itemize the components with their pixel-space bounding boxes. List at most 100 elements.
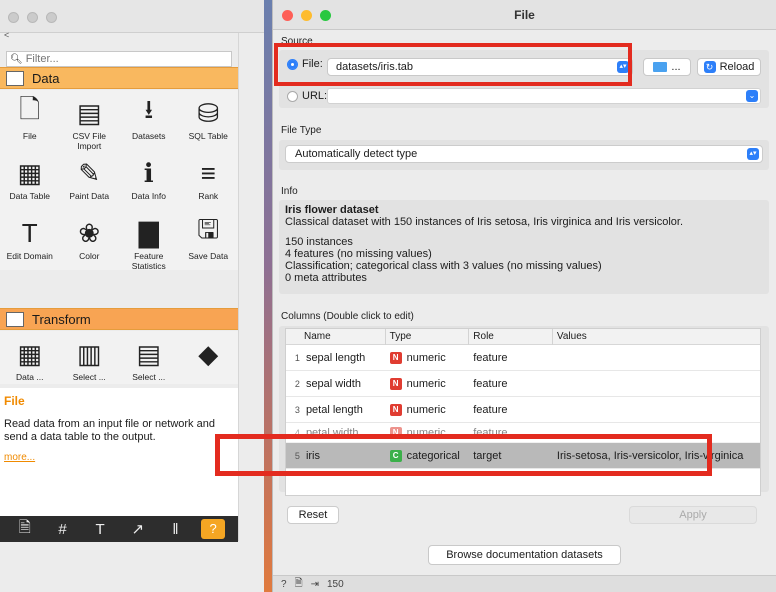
reload-button[interactable]: ↻ Reload bbox=[697, 58, 761, 76]
table-category-icon bbox=[6, 70, 24, 86]
header-values[interactable]: Values bbox=[553, 329, 760, 345]
columns-label: Columns (Double click to edit) bbox=[281, 311, 414, 322]
widget-label: Paint Data bbox=[69, 191, 110, 201]
header-role[interactable]: Role bbox=[469, 328, 553, 345]
help-more-link[interactable]: more... bbox=[4, 452, 238, 463]
widget-file[interactable]: 🗋︎ File bbox=[0, 90, 60, 150]
canvas-window-controls bbox=[8, 12, 57, 23]
select-rows-icon: ▤ bbox=[136, 338, 162, 369]
url-radio[interactable] bbox=[287, 90, 298, 102]
document-icon[interactable]: 🗎︎ bbox=[13, 517, 37, 542]
pause-icon[interactable]: ‖ bbox=[163, 521, 187, 538]
file-type-dropdown[interactable]: Automatically detect type ▴▾ bbox=[285, 145, 763, 163]
datasets-icon: ⭳ bbox=[144, 94, 154, 124]
widget-label: SQL Table bbox=[188, 131, 228, 141]
widget-select[interactable]: ▤ Select ... bbox=[119, 331, 179, 384]
search-icon: 🔍︎ bbox=[10, 53, 23, 65]
table-row[interactable]: 1 sepal length Nnumeric feature bbox=[286, 345, 760, 371]
file-highlight-box bbox=[274, 43, 632, 86]
filter-input[interactable] bbox=[25, 53, 216, 65]
widget-label: Edit Domain bbox=[6, 251, 53, 261]
minimize-dot-icon[interactable] bbox=[27, 12, 38, 23]
file-type-label: File Type bbox=[281, 125, 322, 136]
widget-select[interactable]: ▥ Select ... bbox=[60, 331, 120, 384]
help-icon[interactable]: ? bbox=[201, 519, 226, 539]
transform-category-icon bbox=[6, 311, 24, 327]
document-icon[interactable]: 🗎︎ bbox=[295, 576, 303, 592]
widget-label: Color bbox=[79, 251, 100, 261]
url-radio-row[interactable]: URL: bbox=[287, 90, 327, 102]
help-body: Read data from an input file or network … bbox=[4, 418, 215, 443]
grid-icon[interactable]: # bbox=[50, 521, 74, 538]
close-dot-icon[interactable] bbox=[8, 12, 19, 23]
dataset-title: Iris flower dataset bbox=[285, 204, 379, 216]
widget-label: CSV File Import bbox=[72, 131, 107, 151]
widget-label: Feature Statistics bbox=[131, 251, 166, 271]
info-panel: Iris flower dataset Classical dataset wi… bbox=[279, 200, 769, 294]
info-label: Info bbox=[281, 186, 298, 197]
widget-paint-data[interactable]: ✎ Paint Data bbox=[60, 150, 120, 210]
columns-table-header: Name Type Role Values bbox=[286, 328, 760, 345]
reset-button[interactable]: Reset bbox=[287, 506, 339, 524]
zoom-dot-icon[interactable] bbox=[46, 12, 57, 23]
widget-rank[interactable]: ≡ Rank bbox=[179, 150, 239, 210]
widget-data-table[interactable]: ▦ Data Table bbox=[0, 150, 60, 210]
widget-label: Select ... bbox=[132, 372, 166, 382]
rank-icon: ≡ bbox=[200, 157, 216, 188]
category-data[interactable]: Data bbox=[0, 67, 238, 89]
widget-color[interactable]: ❀ Color bbox=[60, 210, 120, 270]
table-row[interactable]: 2 sepal width Nnumeric feature bbox=[286, 371, 760, 397]
data-sampler-icon: ▦ bbox=[17, 338, 43, 369]
arrow-annotation-icon[interactable]: ↗ bbox=[126, 520, 150, 538]
column-type-label: numeric bbox=[406, 377, 446, 390]
column-type[interactable]: Nnumeric bbox=[386, 351, 470, 364]
chevron-down-icon: ⌄ bbox=[746, 90, 758, 102]
widget-filter[interactable]: 🔍︎ bbox=[6, 51, 232, 67]
browse-button[interactable]: ... bbox=[643, 58, 691, 76]
category-transform[interactable]: Transform bbox=[0, 308, 238, 330]
column-role[interactable]: feature bbox=[469, 378, 553, 390]
apply-button[interactable]: Apply bbox=[629, 506, 757, 524]
widget-save-data[interactable]: 🖫︎ Save Data bbox=[179, 210, 239, 270]
palette-icon: ❀ bbox=[78, 217, 101, 248]
column-role[interactable]: feature bbox=[469, 404, 553, 416]
transpose-icon: ◆ bbox=[198, 338, 219, 369]
output-icon: ⇥ bbox=[310, 578, 319, 590]
window-title: File bbox=[514, 8, 535, 22]
widget-transpose[interactable]: ◆ bbox=[179, 331, 239, 384]
widget-label: Data Info bbox=[131, 191, 167, 201]
info-icon: ℹ bbox=[143, 157, 154, 188]
info-line: 150 instances bbox=[285, 236, 353, 248]
header-name[interactable]: Name bbox=[286, 328, 386, 345]
widget-edit-domain[interactable]: T Edit Domain bbox=[0, 210, 60, 270]
widget-data[interactable]: ▦ Data ... bbox=[0, 331, 60, 384]
edit-domain-icon: T bbox=[21, 217, 38, 248]
widget-datasets[interactable]: ⭳ Datasets bbox=[119, 90, 179, 150]
dataset-description: Classical dataset with 150 instances of … bbox=[285, 216, 683, 228]
widget-label: Data Table bbox=[9, 191, 50, 201]
numeric-badge-icon: N bbox=[389, 377, 402, 390]
header-type[interactable]: Type bbox=[386, 328, 470, 345]
widget-sql-table[interactable]: ⛁ SQL Table bbox=[179, 90, 239, 150]
csv-icon: ▤ bbox=[76, 97, 102, 128]
canvas-titlebar: < bbox=[0, 0, 264, 40]
column-type-label: numeric bbox=[406, 403, 446, 416]
collapse-left-icon[interactable]: < bbox=[4, 30, 9, 40]
widget-data-info[interactable]: ℹ Data Info bbox=[119, 150, 179, 210]
iris-row-highlight-box bbox=[215, 434, 712, 476]
browse-docs-button[interactable]: Browse documentation datasets bbox=[428, 545, 621, 565]
widget-csv-file-import[interactable]: ▤ CSV File Import bbox=[60, 90, 120, 152]
column-type[interactable]: Nnumeric bbox=[386, 403, 470, 416]
text-annotation-icon[interactable]: T bbox=[88, 521, 112, 538]
widget-label: Datasets bbox=[131, 131, 166, 141]
url-dropdown[interactable]: ⌄ bbox=[327, 88, 761, 104]
help-icon[interactable]: ? bbox=[281, 579, 287, 590]
widget-label: Select ... bbox=[72, 372, 106, 382]
help-title: File bbox=[4, 394, 25, 408]
column-type[interactable]: Nnumeric bbox=[386, 377, 470, 390]
widget-label: Data ... bbox=[16, 372, 44, 382]
column-role[interactable]: feature bbox=[469, 352, 553, 364]
table-row[interactable]: 3 petal length Nnumeric feature bbox=[286, 397, 760, 423]
help-panel: File Read data from an input file or net… bbox=[0, 388, 238, 516]
widget-feature-statistics[interactable]: ▇ Feature Statistics bbox=[119, 210, 179, 272]
